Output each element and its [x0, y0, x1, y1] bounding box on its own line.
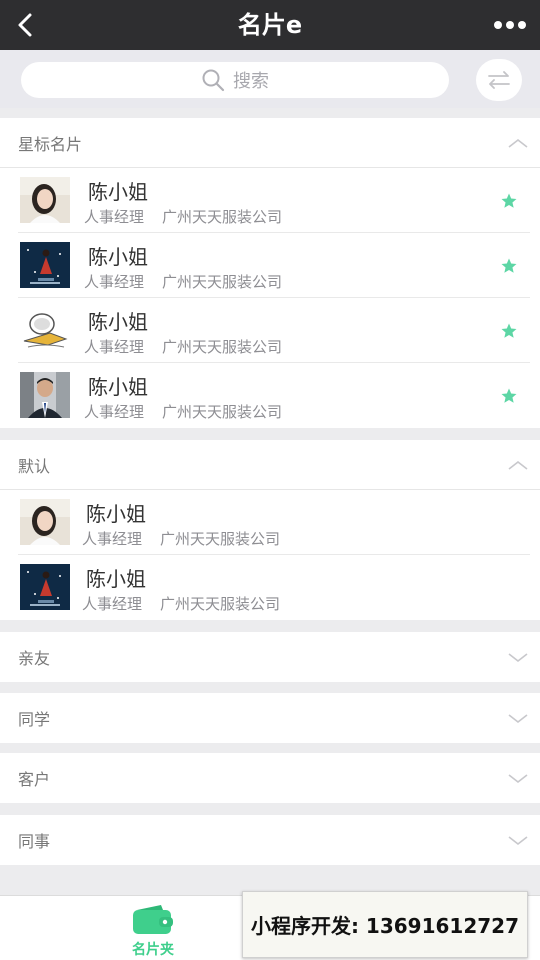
search-icon	[202, 69, 225, 92]
section-clients: 客户	[0, 753, 540, 803]
card-row[interactable]: 陈小姐 人事经理 广州天天服装公司	[18, 298, 530, 363]
more-button[interactable]	[490, 7, 530, 43]
avatar	[20, 307, 70, 353]
star-icon[interactable]	[500, 192, 518, 210]
avatar	[20, 499, 70, 545]
card-meta: 人事经理 广州天天服装公司	[84, 336, 282, 357]
search-bar: 搜索	[0, 50, 540, 108]
section-header-classmates[interactable]: 同学	[0, 693, 540, 743]
card-company: 广州天天服装公司	[160, 530, 281, 548]
card-meta: 人事经理 广州天天服装公司	[82, 528, 280, 549]
search-placeholder: 搜索	[233, 71, 269, 92]
card-title: 人事经理	[84, 208, 145, 226]
section-title: 客户	[18, 770, 51, 789]
contact-watermark: 小程序开发: 13691612727	[242, 891, 528, 958]
card-row[interactable]: 陈小姐 人事经理 广州天天服装公司	[18, 168, 530, 233]
search-input[interactable]: 搜索	[21, 62, 449, 98]
card-name: 陈小姐	[86, 502, 146, 526]
card-name: 陈小姐	[86, 567, 146, 591]
more-dots-icon	[494, 21, 526, 29]
card-row[interactable]: 陈小姐 人事经理 广州天天服装公司	[18, 555, 530, 620]
section-default: 默认 陈小姐 人事经理 广州天天服装公司 陈小姐 人事经理 广州天天服装公司	[0, 440, 540, 620]
card-meta: 人事经理 广州天天服装公司	[84, 271, 282, 292]
swap-arrows-icon	[488, 71, 510, 89]
section-title: 星标名片	[18, 134, 83, 154]
chevron-down-icon	[506, 710, 530, 726]
avatar	[20, 372, 70, 418]
card-row[interactable]: 陈小姐 人事经理 广州天天服装公司	[18, 233, 530, 298]
back-button[interactable]	[8, 7, 44, 43]
section-title: 同事	[18, 832, 51, 851]
wallet-icon	[133, 905, 173, 934]
chevron-down-icon	[506, 649, 530, 665]
card-meta: 人事经理 广州天天服装公司	[84, 401, 282, 422]
card-title: 人事经理	[84, 338, 145, 356]
chevron-down-icon	[506, 832, 530, 848]
chevron-left-icon	[18, 13, 32, 37]
section-title: 默认	[18, 456, 51, 476]
section-header-colleagues[interactable]: 同事	[0, 815, 540, 865]
navbar: 名片e	[0, 0, 540, 50]
avatar	[20, 564, 70, 610]
card-company: 广州天天服装公司	[162, 338, 283, 356]
card-company: 广州天天服装公司	[162, 273, 283, 291]
card-title: 人事经理	[82, 530, 143, 548]
section-classmates: 同学	[0, 693, 540, 743]
section-starred: 星标名片 陈小姐 人事经理 广州天天服装公司 陈小姐 人事经理 广州天天服装公司 陈…	[0, 118, 540, 428]
section-family: 亲友	[0, 632, 540, 682]
card-name: 陈小姐	[88, 180, 148, 204]
section-header-clients[interactable]: 客户	[0, 753, 540, 803]
section-title: 同学	[18, 710, 51, 729]
section-header-starred[interactable]: 星标名片	[0, 118, 540, 168]
card-company: 广州天天服装公司	[162, 403, 283, 421]
card-name: 陈小姐	[88, 245, 148, 269]
card-meta: 人事经理 广州天天服装公司	[84, 206, 282, 227]
star-icon[interactable]	[500, 387, 518, 405]
card-company: 广州天天服装公司	[160, 595, 281, 613]
switch-view-button[interactable]	[476, 59, 522, 101]
card-row[interactable]: 陈小姐 人事经理 广州天天服装公司	[18, 490, 530, 555]
star-icon[interactable]	[500, 257, 518, 275]
card-row[interactable]: 陈小姐 人事经理 广州天天服装公司	[18, 363, 530, 428]
card-title: 人事经理	[84, 403, 145, 421]
tab-label: 名片夹	[132, 942, 174, 958]
section-colleagues: 同事	[0, 815, 540, 865]
avatar	[20, 177, 70, 223]
tab-card-holder[interactable]: 名片夹	[100, 896, 206, 960]
card-title: 人事经理	[82, 595, 143, 613]
chevron-down-icon	[506, 770, 530, 786]
star-icon[interactable]	[500, 322, 518, 340]
section-header-family[interactable]: 亲友	[0, 632, 540, 682]
card-name: 陈小姐	[88, 310, 148, 334]
section-title: 亲友	[18, 649, 51, 668]
chevron-up-icon	[506, 457, 530, 473]
avatar	[20, 242, 70, 288]
card-meta: 人事经理 广州天天服装公司	[82, 593, 280, 614]
card-name: 陈小姐	[88, 375, 148, 399]
card-company: 广州天天服装公司	[162, 208, 283, 226]
page-title: 名片e	[237, 11, 303, 39]
chevron-up-icon	[506, 135, 530, 151]
section-header-default[interactable]: 默认	[0, 440, 540, 490]
card-title: 人事经理	[84, 273, 145, 291]
